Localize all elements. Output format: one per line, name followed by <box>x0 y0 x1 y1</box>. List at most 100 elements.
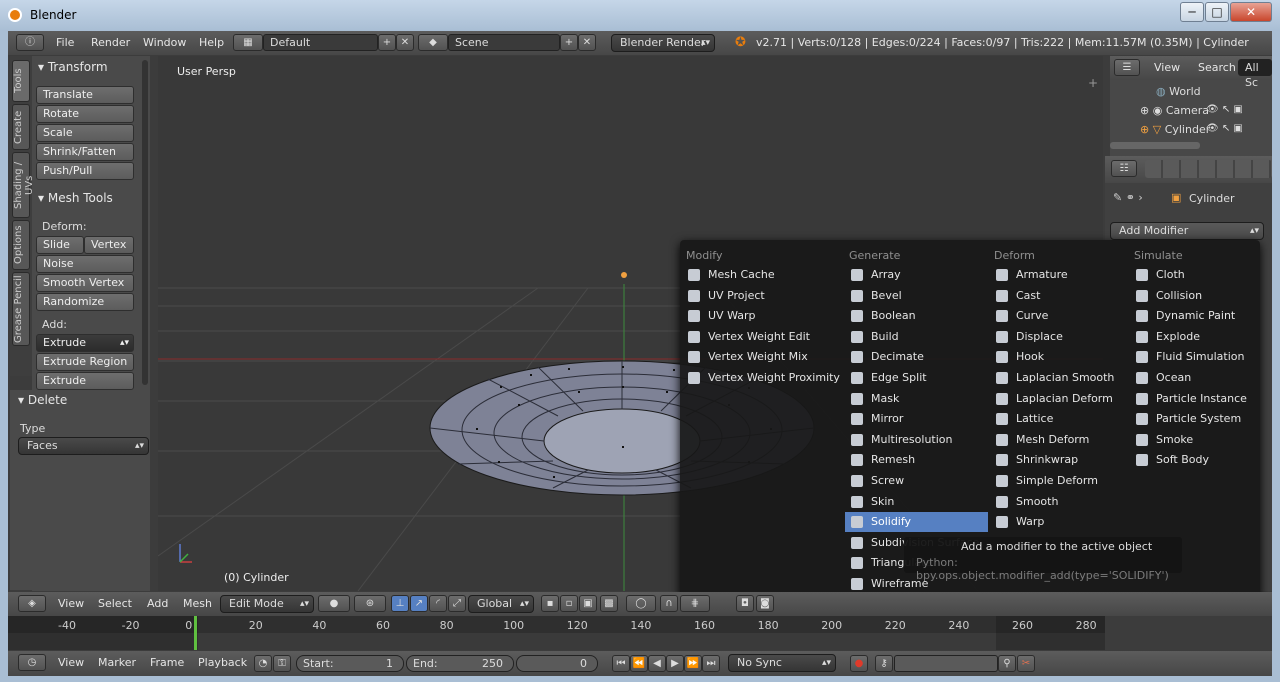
scale-button[interactable]: Scale <box>36 124 134 142</box>
modifier-particle-instance[interactable]: Particle Instance <box>1130 389 1256 409</box>
remove-scene-icon[interactable]: ✕ <box>578 34 596 51</box>
translate-button[interactable]: Translate <box>36 86 134 104</box>
push-pull-button[interactable]: Push/Pull <box>36 162 134 180</box>
cylinder-visibility-icons[interactable]: 👁 ↖ ▣ <box>1206 123 1243 134</box>
maximize-button[interactable]: □ <box>1205 2 1229 22</box>
modifier-simple-deform[interactable]: Simple Deform <box>990 471 1128 491</box>
outliner-world-item[interactable]: ◍ World <box>1156 85 1201 98</box>
orientation-select[interactable]: Global ▴▾ <box>468 595 534 613</box>
modifier-multiresolution[interactable]: Multiresolution <box>845 430 988 450</box>
modifier-array[interactable]: Array <box>845 265 988 285</box>
scale-manip-icon[interactable]: ⤢ <box>448 595 466 612</box>
smooth-vertex-button[interactable]: Smooth Vertex <box>36 274 134 292</box>
outliner-editor-icon[interactable]: ☰ <box>1114 59 1140 76</box>
manipulator-icon[interactable]: ⊥ <box>391 595 409 612</box>
tool-shelf-scrollbar[interactable] <box>142 60 148 385</box>
rotate-button[interactable]: Rotate <box>36 105 134 123</box>
properties-editor-icon[interactable]: ☷ <box>1111 160 1137 177</box>
close-window-button[interactable]: ✕ <box>1230 2 1272 22</box>
modifier-soft-body[interactable]: Soft Body <box>1130 450 1256 470</box>
modifier-collision[interactable]: Collision <box>1130 286 1256 306</box>
modifier-edge-split[interactable]: Edge Split <box>845 368 988 388</box>
menu-window[interactable]: Window <box>143 36 186 49</box>
modifier-lattice[interactable]: Lattice <box>990 409 1128 429</box>
lock-icon[interactable]: ⚿ <box>273 655 291 672</box>
randomize-button[interactable]: Randomize <box>36 293 134 311</box>
modifier-vertex-weight-edit[interactable]: Vertex Weight Edit <box>682 327 842 347</box>
scene-icon[interactable]: ◆ <box>418 34 448 51</box>
sync-mode-select[interactable]: No Sync ▴▾ <box>728 654 836 672</box>
timeline[interactable]: -40 -20 0 20 40 60 80 100 120 140 160 180 200 220 240 2… <box>8 616 1105 650</box>
tab-create[interactable]: Create <box>12 104 30 150</box>
menu-render[interactable]: Render <box>91 36 130 49</box>
menu-view[interactable]: View <box>58 597 84 610</box>
timeline-menu-frame[interactable]: Frame <box>150 656 184 669</box>
record-icon[interactable]: ● <box>850 655 868 672</box>
rotate-manip-icon[interactable]: ◜ <box>429 595 447 612</box>
keying-set-icon[interactable]: ⚷ <box>875 655 893 672</box>
start-frame-field[interactable]: Start: 1 <box>296 655 404 672</box>
modifier-ocean[interactable]: Ocean <box>1130 368 1256 388</box>
mesh-tools-panel-title[interactable]: ▾ Mesh Tools <box>38 191 113 205</box>
modifier-cloth[interactable]: Cloth <box>1130 265 1256 285</box>
modifier-particle-system[interactable]: Particle System <box>1130 409 1256 429</box>
jump-start-icon[interactable]: ⏮ <box>612 655 630 672</box>
current-frame-field[interactable]: 0 <box>516 655 598 672</box>
modifier-vertex-weight-proximity[interactable]: Vertex Weight Proximity <box>682 368 842 388</box>
menu-file[interactable]: File <box>56 36 74 49</box>
modifier-build[interactable]: Build <box>845 327 988 347</box>
modifier-bevel[interactable]: Bevel <box>845 286 988 306</box>
modifier-displace[interactable]: Displace <box>990 327 1128 347</box>
camera-visibility-icons[interactable]: 👁 ↖ ▣ <box>1206 104 1243 115</box>
render-anim-icon[interactable]: ◙ <box>756 595 774 612</box>
modifier-mask[interactable]: Mask <box>845 389 988 409</box>
noise-button[interactable]: Noise <box>36 255 134 273</box>
outliner-scrollbar[interactable] <box>1110 142 1200 149</box>
modifier-uv-project[interactable]: UV Project <box>682 286 842 306</box>
jump-keyframe-back-icon[interactable]: ⏪ <box>630 655 648 672</box>
slide-edge-button[interactable]: Slide Ed <box>36 236 84 267</box>
tab-grease-pencil[interactable]: Grease Pencil <box>12 272 30 346</box>
delete-keyframe-icon[interactable]: ✂ <box>1017 655 1035 672</box>
editor-type-timeline-icon[interactable]: ◷ <box>18 654 46 671</box>
modifier-warp[interactable]: Warp <box>990 512 1128 532</box>
snap-element-icon[interactable]: ⋕ <box>680 595 710 612</box>
delete-type-select[interactable]: Faces ▴▾ <box>18 437 149 455</box>
timeline-menu-playback[interactable]: Playback <box>198 656 247 669</box>
outliner-menu-view[interactable]: View <box>1154 61 1180 74</box>
menu-select[interactable]: Select <box>98 597 132 610</box>
modifier-explode[interactable]: Explode <box>1130 327 1256 347</box>
modifier-fluid-simulation[interactable]: Fluid Simulation <box>1130 347 1256 367</box>
add-modifier-button[interactable]: Add Modifier ▴▾ <box>1110 222 1264 240</box>
extrude-individual-button[interactable]: Extrude Individual <box>36 372 134 403</box>
render-icon[interactable]: ◘ <box>736 595 754 612</box>
occlude-icon[interactable]: ▩ <box>600 595 618 612</box>
modifier-shrinkwrap[interactable]: Shrinkwrap <box>990 450 1128 470</box>
jump-keyframe-forward-icon[interactable]: ⏩ <box>684 655 702 672</box>
play-reverse-icon[interactable]: ◀ <box>648 655 666 672</box>
jump-end-icon[interactable]: ⏭ <box>702 655 720 672</box>
modifier-mirror[interactable]: Mirror <box>845 409 988 429</box>
modifier-screw[interactable]: Screw <box>845 471 988 491</box>
menu-add[interactable]: Add <box>147 597 168 610</box>
add-layout-icon[interactable]: + <box>378 34 396 51</box>
editor-type-info-icon[interactable]: ⓘ <box>16 34 44 51</box>
pivot-icon[interactable]: ⊛ <box>354 595 386 612</box>
timeline-menu-view[interactable]: View <box>58 656 84 669</box>
modifier-curve[interactable]: Curve <box>990 306 1128 326</box>
menu-help[interactable]: Help <box>199 36 224 49</box>
tab-shading-uvs[interactable]: Shading / UVs <box>12 152 35 218</box>
render-engine-select[interactable]: Blender Render ▴▾ <box>611 34 715 52</box>
tab-options[interactable]: Options <box>12 220 30 270</box>
modifier-boolean[interactable]: Boolean <box>845 306 988 326</box>
modifier-armature[interactable]: Armature <box>990 265 1128 285</box>
modifier-skin[interactable]: Skin <box>845 492 988 512</box>
modifier-dynamic-paint[interactable]: Dynamic Paint <box>1130 306 1256 326</box>
slide-vertex-button[interactable]: Vertex <box>84 236 134 254</box>
current-frame-marker[interactable] <box>194 616 197 650</box>
play-icon[interactable]: ▶ <box>666 655 684 672</box>
add-scene-icon[interactable]: + <box>560 34 578 51</box>
modifier-decimate[interactable]: Decimate <box>845 347 988 367</box>
modifier-vertex-weight-mix[interactable]: Vertex Weight Mix <box>682 347 842 367</box>
pin-icon[interactable]: ✎ ⚭ › <box>1113 191 1143 204</box>
